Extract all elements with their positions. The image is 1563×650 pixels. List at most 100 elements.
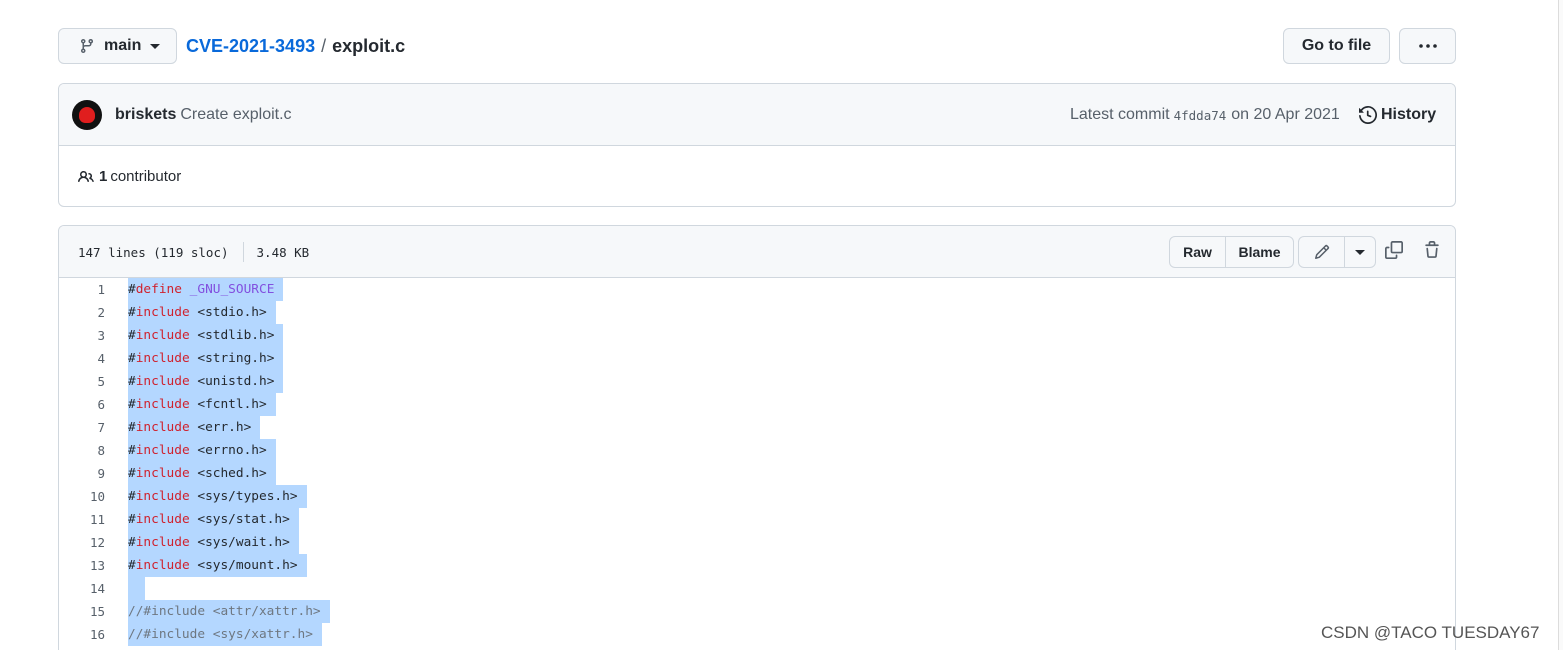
code-line: 6 #include <fcntl.h> (59, 393, 1455, 416)
file-name: exploit.c (332, 35, 406, 56)
line-number[interactable]: 9 (59, 466, 105, 481)
commit-message[interactable]: Create exploit.c (180, 106, 291, 124)
keyword: include (135, 420, 190, 435)
commit-row: briskets Create exploit.c Latest commit … (59, 84, 1455, 146)
preprocessor-hash: # (128, 535, 136, 550)
preprocessor-hash: # (128, 489, 136, 504)
edit-dropdown-button[interactable] (1345, 237, 1375, 267)
code-line: 7 #include <err.h> (59, 416, 1455, 439)
preprocessor-hash: # (128, 512, 136, 527)
repo-link[interactable]: CVE-2021-3493 (186, 36, 315, 57)
file-navigation: main CVE-2021-3493 / exploit.c Go to fil… (58, 28, 1456, 64)
code-text: <sys/types.h> (189, 489, 298, 504)
line-content: #include <errno.h> (128, 439, 276, 462)
avatar[interactable] (72, 99, 102, 130)
kebab-horizontal-icon (1418, 44, 1437, 48)
code-line: 13 #include <sys/mount.h> (59, 554, 1455, 577)
branch-select-button[interactable]: main (58, 28, 177, 64)
keyword: include (135, 558, 190, 573)
code-line: 2 #include <stdio.h> (59, 301, 1455, 324)
line-number[interactable]: 5 (59, 374, 105, 389)
preprocessor-hash: # (128, 374, 136, 389)
line-count: 147 lines (119 sloc) (78, 244, 229, 260)
file-viewer: 147 lines (119 sloc) 3.48 KB Raw Blame 1… (58, 225, 1456, 650)
line-number[interactable]: 14 (59, 581, 105, 596)
keyword: include (135, 305, 190, 320)
file-size: 3.48 KB (256, 244, 310, 260)
keyword: define (135, 282, 182, 297)
trash-icon[interactable] (1423, 241, 1441, 259)
code-line: 14 (59, 577, 1455, 600)
line-content: #include <err.h> (128, 416, 261, 439)
commit-author[interactable]: briskets (115, 106, 176, 124)
code-text: //#include <attr/xattr.h> (128, 604, 321, 619)
code-line: 4 #include <string.h> (59, 347, 1455, 370)
code-text: <sched.h> (189, 466, 267, 481)
preprocessor-hash: # (128, 351, 136, 366)
divider (242, 242, 244, 262)
line-number[interactable]: 12 (59, 535, 105, 550)
line-number[interactable]: 16 (59, 627, 105, 642)
preprocessor-hash: # (128, 558, 136, 573)
file-header: 147 lines (119 sloc) 3.48 KB Raw Blame (59, 226, 1455, 278)
line-number[interactable]: 7 (59, 420, 105, 435)
contributor-count: 1 (99, 168, 108, 185)
line-number[interactable]: 10 (59, 489, 105, 504)
preprocessor-hash: # (128, 305, 136, 320)
code-line: 8 #include <errno.h> (59, 439, 1455, 462)
raw-button[interactable]: Raw (1170, 237, 1226, 267)
preprocessor-hash: # (128, 420, 136, 435)
line-number[interactable]: 3 (59, 328, 105, 343)
code-text: _GNU_SOURCE (181, 282, 275, 297)
code-text: <stdio.h> (189, 305, 267, 320)
breadcrumb-separator: / (321, 35, 327, 56)
history-link[interactable]: History (1359, 84, 1436, 146)
latest-commit-label: Latest commit (1070, 106, 1170, 123)
keyword: include (135, 374, 190, 389)
code-text: <errno.h> (189, 443, 267, 458)
line-number[interactable]: 15 (59, 604, 105, 619)
preprocessor-hash: # (128, 443, 136, 458)
code-view: 1 #define _GNU_SOURCE 2 #include <stdio.h> 3… (59, 278, 1455, 646)
more-options-button[interactable] (1399, 28, 1456, 64)
scrollbar[interactable] (1558, 0, 1563, 650)
code-text: <sys/stat.h> (189, 512, 290, 527)
edit-button[interactable] (1299, 237, 1345, 267)
keyword: include (135, 535, 190, 550)
keyword: include (135, 351, 190, 366)
copy-icon[interactable] (1385, 241, 1403, 259)
keyword: include (135, 466, 190, 481)
latest-commit-info: Latest commit 4fdda74 on 20 Apr 2021 (1070, 84, 1340, 146)
blame-button[interactable]: Blame (1226, 237, 1293, 267)
line-content: #include <string.h> (128, 347, 284, 370)
code-line: 10 #include <sys/types.h> (59, 485, 1455, 508)
line-content: #include <sys/types.h> (128, 485, 307, 508)
line-number[interactable]: 13 (59, 558, 105, 573)
line-content: #include <stdio.h> (128, 301, 276, 324)
line-number[interactable]: 1 (59, 282, 105, 297)
commit-sha[interactable]: 4fdda74 (1174, 108, 1227, 123)
code-text: <err.h> (189, 420, 252, 435)
line-number[interactable]: 8 (59, 443, 105, 458)
code-text: <string.h> (189, 351, 275, 366)
line-number[interactable]: 2 (59, 305, 105, 320)
history-label: History (1381, 106, 1437, 123)
line-number[interactable]: 11 (59, 512, 105, 527)
go-to-file-button[interactable]: Go to file (1283, 28, 1390, 64)
line-content: #include <sys/mount.h> (128, 554, 307, 577)
keyword: include (135, 443, 190, 458)
code-text: <unistd.h> (189, 374, 275, 389)
preprocessor-hash: # (128, 466, 136, 481)
raw-blame-group: Raw Blame (1169, 236, 1294, 268)
code-line: 12 #include <sys/wait.h> (59, 531, 1455, 554)
line-number[interactable]: 6 (59, 397, 105, 412)
latest-commit-box: briskets Create exploit.c Latest commit … (58, 83, 1456, 207)
contributor-label[interactable]: contributor (110, 168, 181, 185)
code-line: 16 //#include <sys/xattr.h> (59, 623, 1455, 646)
code-line: 3 #include <stdlib.h> (59, 324, 1455, 347)
line-content: #define _GNU_SOURCE (128, 278, 284, 301)
line-number[interactable]: 4 (59, 351, 105, 366)
preprocessor-hash: # (128, 328, 136, 343)
file-info: 147 lines (119 sloc) 3.48 KB (78, 226, 309, 278)
